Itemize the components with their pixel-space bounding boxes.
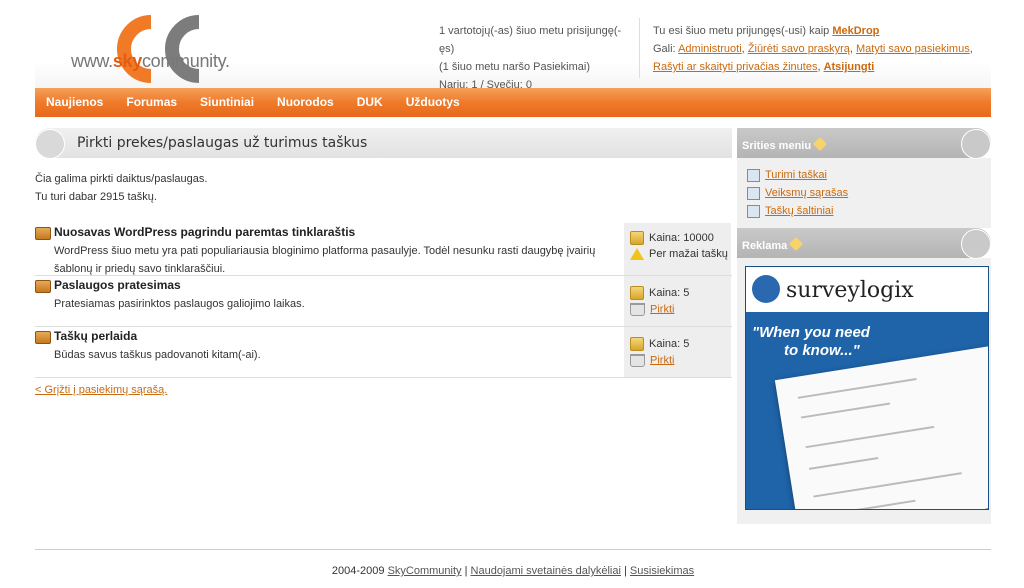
surveylogix-logo-icon <box>752 275 780 303</box>
item-price-panel: Kaina: 5 Pirkti <box>624 276 731 326</box>
item-description: WordPress šiuo metu yra pati populiariau… <box>54 245 596 275</box>
item-title: Paslaugos pratesimas <box>54 278 181 292</box>
footer-year: 2004-2009 <box>331 565 385 577</box>
back-to-achievements-link[interactable]: < Grįžti į pasiekimų sąrašą. <box>35 384 167 396</box>
sidebar-item-actions[interactable]: Veiksmų sąrašas <box>747 184 981 202</box>
nav-news[interactable]: Naujienos <box>46 88 103 116</box>
private-messages-link[interactable]: Rašyti ar skaityti privačias žinutes <box>653 61 817 73</box>
online-users-line: 1 vartotojų(-as) šiuo metu prisijungę(-ę… <box>439 25 622 55</box>
nav-links[interactable]: Nuorodos <box>277 88 334 116</box>
box-icon <box>35 280 51 293</box>
main-content: Pirkti prekes/paslaugas už turimus tašku… <box>35 128 732 396</box>
nav-faq[interactable]: DUK <box>357 88 383 116</box>
ad-banner[interactable]: surveylogix "When you need to know..." <box>745 266 989 510</box>
sidebar-item-points[interactable]: Turimi taškai <box>747 166 981 184</box>
shop-item: Nuosavas WordPress pagrindu paremtas tin… <box>35 223 732 276</box>
document-icon <box>747 168 760 182</box>
sidebar-ad-header: Reklama <box>737 228 991 259</box>
item-price: Kaina: 5 <box>649 337 690 350</box>
status-row: Per mažai taškų <box>630 248 728 261</box>
box-icon <box>35 331 51 344</box>
document-icon <box>747 204 760 218</box>
username-link[interactable]: MekDrop <box>832 25 879 37</box>
coins-icon <box>630 286 644 300</box>
not-enough-points: Per mažai taškų <box>649 248 728 260</box>
intro-line-2: Tu turi dabar 2915 taškų. <box>35 191 157 203</box>
sidebar-menu-title: Srities meniu <box>742 140 812 152</box>
page-title: Pirkti prekes/paslaugas už turimus tašku… <box>77 135 368 151</box>
document-icon <box>747 186 760 200</box>
view-profile-link[interactable]: Žiūrėti savo praskyrą <box>748 43 850 55</box>
header-circle-icon <box>961 129 991 159</box>
wrench-icon <box>813 136 828 152</box>
cart-icon <box>630 354 645 367</box>
buy-link[interactable]: Pirkti <box>650 354 674 366</box>
ad-container: surveylogix "When you need to know..." <box>737 258 991 524</box>
coins-icon <box>630 337 644 351</box>
wrench-icon <box>789 236 804 252</box>
page-wrapper: www.skycommunity. 1 vartotojų(-as) šiuo … <box>35 0 991 524</box>
sidebar-menu-header: Srities meniu <box>737 128 991 159</box>
sidebar-link[interactable]: Turimi taškai <box>765 169 827 181</box>
sidebar: Srities meniu Turimi taškai Veiksmų sąra… <box>737 128 991 524</box>
sidebar-ad-title: Reklama <box>742 240 788 252</box>
main-nav: Naujienos Forumas Siuntiniai Nuorodos DU… <box>35 88 991 117</box>
site-logo[interactable]: www.skycommunity. <box>51 14 251 84</box>
site-header: www.skycommunity. 1 vartotojų(-as) šiuo … <box>35 0 991 91</box>
price-row: Kaina: 5 <box>630 286 689 300</box>
shop-item: Paslaugos pratesimas Pratesiamas pasirin… <box>35 276 732 327</box>
ad-survey-image <box>774 345 988 509</box>
nav-downloads[interactable]: Siuntiniai <box>200 88 254 116</box>
coins-icon <box>630 231 644 245</box>
footer-contact-link[interactable]: Susisiekimas <box>630 565 694 577</box>
user-box: Tu esi šiuo metu prijungęs(-usi) kaip Me… <box>653 25 973 73</box>
sidebar-menu: Turimi taškai Veiksmų sąrašas Taškų šalt… <box>737 158 991 228</box>
item-price-panel: Kaina: 5 Pirkti <box>624 327 731 377</box>
nav-forum[interactable]: Forumas <box>126 88 177 116</box>
footer-site-link[interactable]: SkyCommunity <box>388 565 462 577</box>
sidebar-item-sources[interactable]: Taškų šaltiniai <box>747 202 981 220</box>
browsing-line: (1 šiuo metu naršo Pasiekimai) <box>439 61 591 73</box>
cart-icon <box>630 303 645 316</box>
sidebar-link[interactable]: Taškų šaltiniai <box>765 205 833 217</box>
site-footer: 2004-2009 SkyCommunity | Naudojami sveta… <box>35 549 991 577</box>
online-stats: 1 vartotojų(-as) šiuo metu prisijungę(-ę… <box>439 22 635 94</box>
ad-top-strip: surveylogix <box>746 267 988 312</box>
price-row: Kaina: 10000 <box>630 231 714 245</box>
buy-link[interactable]: Pirkti <box>650 303 674 315</box>
buy-row: Pirkti <box>630 354 674 367</box>
can-label: Gali: <box>653 43 676 55</box>
title-circle-icon <box>35 129 65 159</box>
intro-line-1: Čia galima pirkti daiktus/paslaugas. <box>35 173 208 185</box>
ad-brand: surveylogix <box>786 278 914 303</box>
footer-terms-link[interactable]: Naudojami svetainės dalykėliai <box>471 565 621 577</box>
logged-in-label: Tu esi šiuo metu prijungęs(-usi) kaip <box>653 25 830 37</box>
logout-link[interactable]: Atsijungti <box>824 61 875 73</box>
item-price: Kaina: 10000 <box>649 231 714 244</box>
view-achievements-link[interactable]: Matyti savo pasiekimus <box>856 43 970 55</box>
header-circle-icon <box>961 229 991 259</box>
buy-row: Pirkti <box>630 303 674 316</box>
sc-logo-icon <box>117 15 200 83</box>
nav-tasks[interactable]: Užduotys <box>406 88 460 116</box>
item-title: Nuosavas WordPress pagrindu paremtas tin… <box>54 225 356 239</box>
item-description: Pratesiamas pasirinktos paslaugos galioj… <box>54 298 305 310</box>
logo-text: www.skycommunity. <box>71 51 230 71</box>
shop-item: Taškų perlaida Būdas savus taškus padova… <box>35 327 732 378</box>
item-description: Būdas savus taškus padovanoti kitam(-ai)… <box>54 349 261 361</box>
header-divider <box>639 18 640 78</box>
sidebar-link[interactable]: Veiksmų sąrašas <box>765 187 848 199</box>
price-row: Kaina: 5 <box>630 337 689 351</box>
ad-tagline: "When you need to know..." <box>752 324 870 359</box>
item-price-panel: Kaina: 10000 Per mažai taškų <box>624 223 731 275</box>
item-price: Kaina: 5 <box>649 286 690 299</box>
warning-icon <box>630 248 644 261</box>
box-icon <box>35 227 51 240</box>
item-title: Taškų perlaida <box>54 329 138 343</box>
admin-link[interactable]: Administruoti <box>678 43 742 55</box>
page-title-bar: Pirkti prekes/paslaugas už turimus tašku… <box>35 128 732 159</box>
intro-text: Čia galima pirkti daiktus/paslaugas. Tu … <box>35 170 732 206</box>
